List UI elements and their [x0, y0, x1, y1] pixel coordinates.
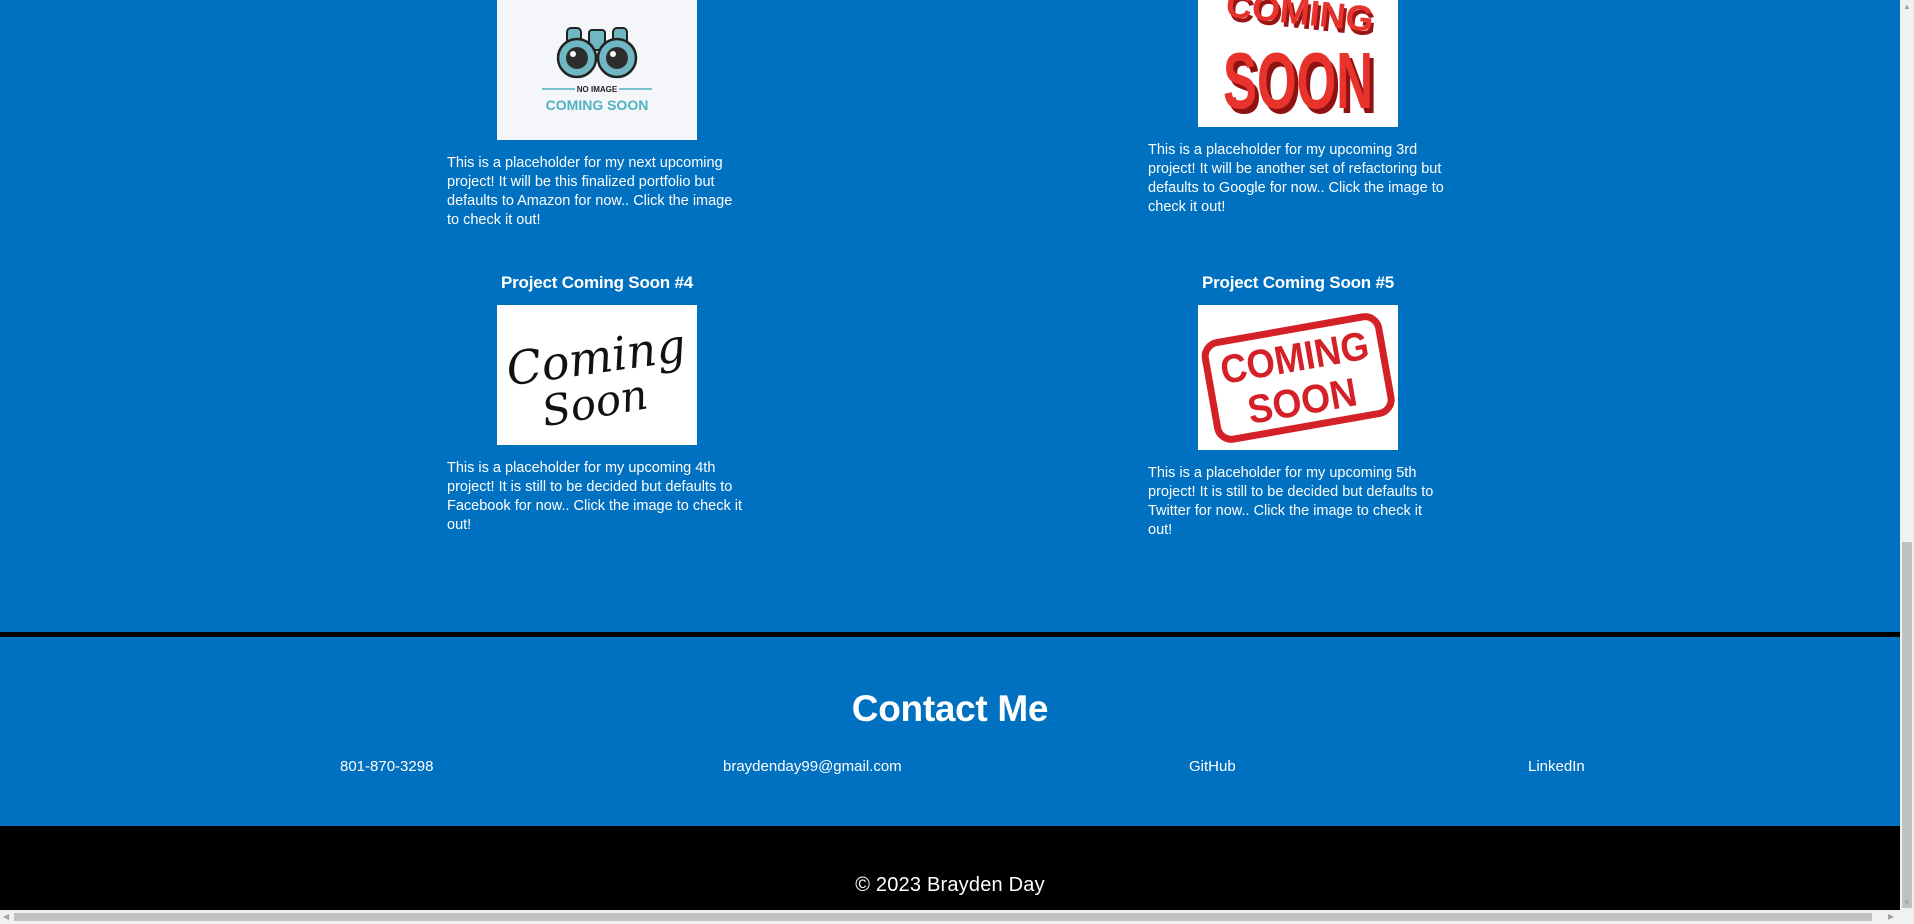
contact-linkedin-link[interactable]: LinkedIn — [1528, 758, 1585, 775]
section-divider — [0, 632, 1900, 637]
soon-text: SOON — [1223, 36, 1373, 125]
project-image-link-next[interactable]: NO IMAGE COMING SOON — [497, 0, 697, 140]
no-image-coming-soon-image: NO IMAGE COMING SOON — [542, 27, 652, 113]
project-image-link-5[interactable]: COMING SOON — [1198, 305, 1398, 450]
footer — [0, 826, 1900, 910]
project-image-link-4[interactable]: Coming Soon — [497, 305, 697, 445]
contact-phone-link[interactable]: 801-870-3298 — [340, 758, 433, 775]
scroll-up-arrow-icon[interactable]: ▲ — [1903, 0, 1911, 14]
horizontal-scrollbar-thumb[interactable] — [14, 913, 1872, 921]
project-description: This is a placeholder for my upcoming 3r… — [1148, 142, 1444, 215]
scroll-left-arrow-icon[interactable]: ◀ — [3, 910, 9, 924]
scroll-right-arrow-icon[interactable]: ▶ — [1888, 910, 1894, 924]
project-title: Project Coming Soon #5 — [1201, 273, 1395, 292]
copyright-text: © 2023 Brayden Day — [855, 874, 1045, 896]
vertical-scrollbar-thumb[interactable] — [1902, 542, 1912, 908]
vertical-scrollbar[interactable]: ▲ ▼ — [1900, 0, 1914, 924]
no-image-text: NO IMAGE — [577, 85, 618, 94]
project-description: This is a placeholder for my next upcomi… — [447, 155, 733, 228]
project-card-4: Project Coming Soon #4 Coming Soon This … — [447, 270, 747, 535]
horizontal-scrollbar[interactable]: ◀ ▶ — [0, 910, 1900, 924]
page: NO IMAGE COMING SOON This is a placehold… — [0, 0, 1900, 910]
binoculars-icon — [556, 27, 638, 79]
project-card-next: NO IMAGE COMING SOON This is a placehold… — [447, 0, 747, 230]
contact-title: Contact Me — [851, 688, 1049, 729]
project-title: Project Coming Soon #4 — [500, 273, 694, 292]
coming-soon-text: COMING SOON — [546, 97, 649, 113]
project-image-link-3[interactable]: COMING COMING SOON SOON — [1198, 0, 1398, 127]
project-card-3: COMING COMING SOON SOON This is a placeh… — [1148, 0, 1448, 217]
contact-github-link[interactable]: GitHub — [1189, 758, 1236, 775]
project-description: This is a placeholder for my upcoming 5t… — [1148, 465, 1434, 538]
project-description: This is a placeholder for my upcoming 4t… — [447, 460, 742, 533]
coming-soon-stamp-image: COMING SOON — [1198, 305, 1398, 450]
coming-soon-script-image: Coming Soon — [497, 305, 697, 445]
coming-soon-3d-image: COMING COMING SOON SOON — [1198, 0, 1398, 127]
project-card-5: Project Coming Soon #5 COMING SOON This … — [1148, 270, 1448, 540]
scroll-down-arrow-icon[interactable]: ▼ — [1903, 896, 1911, 910]
contact-email-link[interactable]: braydenday99@gmail.com — [723, 758, 902, 775]
